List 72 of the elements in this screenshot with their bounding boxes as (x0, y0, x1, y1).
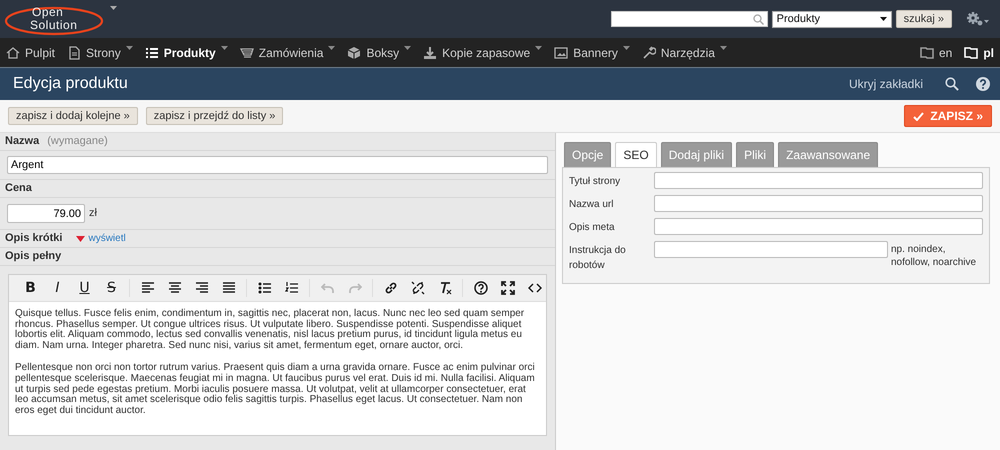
nav-icon (554, 46, 568, 60)
align-left-icon[interactable] (140, 281, 154, 295)
align-right-icon[interactable] (194, 281, 208, 295)
tab[interactable]: SEO (615, 142, 657, 167)
field-label: Nazwa url (569, 198, 614, 212)
format-button[interactable]: B (17, 279, 44, 297)
field-label: Instrukcja do robotów (569, 244, 627, 273)
hint-text: np. noindex, nofollow, noarchive (891, 243, 978, 269)
field-label: Cena (5, 182, 32, 194)
nav-item[interactable]: Bannery (554, 44, 630, 62)
search-field[interactable] (610, 11, 768, 27)
code-icon[interactable] (528, 281, 542, 295)
link-icon[interactable] (384, 281, 398, 295)
nav-icon (144, 46, 159, 60)
expand-icon[interactable] (76, 236, 86, 242)
required-note: (wymagane) (47, 135, 108, 148)
text-field[interactable] (654, 195, 983, 212)
format-button[interactable]: I (44, 279, 71, 297)
scope-select[interactable]: Produkty (772, 10, 892, 28)
help-icon[interactable] (976, 77, 990, 91)
action-button[interactable]: zapisz i przejdź do listy » (146, 107, 284, 125)
nav-item[interactable]: Pulpit (6, 44, 56, 62)
nav-item[interactable]: Boksy (347, 44, 412, 62)
language-link[interactable]: en (920, 44, 952, 62)
search-icon[interactable] (945, 77, 959, 91)
flag-icon (964, 46, 978, 58)
page-title: Edycja produktu (13, 74, 128, 94)
nav-item[interactable]: Strony (67, 44, 133, 62)
nav-icon (642, 46, 656, 60)
text-field[interactable] (654, 218, 983, 235)
settings-icon[interactable] (966, 11, 990, 27)
nav-icon (347, 46, 362, 60)
bullet-list-icon[interactable] (258, 281, 272, 295)
format-button[interactable]: U (71, 279, 98, 297)
action-button[interactable]: zapisz i dodaj kolejne » (8, 107, 138, 125)
logo[interactable]: Open Solution (4, 1, 104, 37)
help-icon[interactable] (474, 281, 488, 295)
field-label: Nazwa (5, 135, 40, 148)
check-icon (913, 112, 924, 120)
currency-label: zł (89, 207, 97, 220)
logo-ring-icon (4, 6, 104, 36)
price-field[interactable]: 79.00 (7, 204, 85, 223)
field-label: Opis pełny (5, 250, 62, 262)
field-label: Opis meta (569, 221, 616, 235)
text-field[interactable] (654, 241, 888, 258)
show-link[interactable]: wyświetl (88, 232, 126, 245)
nav-icon (6, 46, 20, 60)
language-link[interactable]: pl (964, 44, 994, 62)
nav-icon (67, 46, 82, 60)
nav-item[interactable]: Kopie zapasowe (423, 44, 542, 62)
unlink-icon[interactable] (410, 281, 424, 295)
name-field[interactable]: Argent (7, 156, 548, 174)
search-button[interactable]: szukaj » (896, 10, 952, 28)
field-label: Tytuł strony (569, 175, 622, 189)
field-label: Opis krótki (5, 232, 62, 245)
paragraph: Pellentesque non orci non tortor rutrum varius. Praesent quis diam a urna gravida ornare. Fusce ac enim pulvinar orci pellentesque scelerisque. Maecenas feugiat mi in magna. Ut faucibus purus vel erat. Duis id mi. Nulla facilisi. Aliquam ut turpis sed pede egestas pretium. Morbi iaculis posuere massa. Ut volutpat, velit at ullamcorper consectetuer, erat leo accumsan metus, sit amet scelerisque odio felis sagittis turpis. Phasellus eget lacus. Ut consectetuer. Nam non eros eget dui tincidunt auctor. (15, 363, 536, 416)
nav-icon (240, 46, 254, 60)
nav-item[interactable]: Zamówienia (240, 44, 336, 62)
flag-icon (920, 46, 934, 58)
format-button[interactable]: S (98, 279, 125, 297)
nav-item[interactable]: Narzędzia (642, 44, 727, 62)
text-field[interactable] (654, 172, 983, 189)
nav-item[interactable]: Produkty (144, 44, 228, 62)
numbered-list-icon[interactable] (284, 281, 298, 295)
search-icon (752, 14, 764, 24)
fullscreen-icon[interactable] (500, 281, 514, 295)
caret-icon (880, 17, 887, 21)
hide-tabs-link[interactable]: Ukryj zakładki (848, 75, 923, 93)
justify-icon[interactable] (222, 281, 236, 295)
align-center-icon[interactable] (168, 281, 182, 295)
paragraph: Quisque tellus. Fusce felis enim, condimentum in, sagittis nec, placerat non, lacus. Nunc nec leo sed quam semper rhoncus. Phasellus semper. Ut congue ultrices risus. Ut vulputate libero. Suspendisse potenti. Suspendisse aliquet lobortis elit. Aliquam commodo, lectus sed convallis venenatis, nisl lacus pretium purus, id tincidunt ligula metus eu diam. Nam urna. Integer pharetra. Sed nunc nisi, varius sit amet, fermentum eget, ornare auctor, orci. (15, 309, 526, 352)
nav-icon (423, 46, 438, 60)
